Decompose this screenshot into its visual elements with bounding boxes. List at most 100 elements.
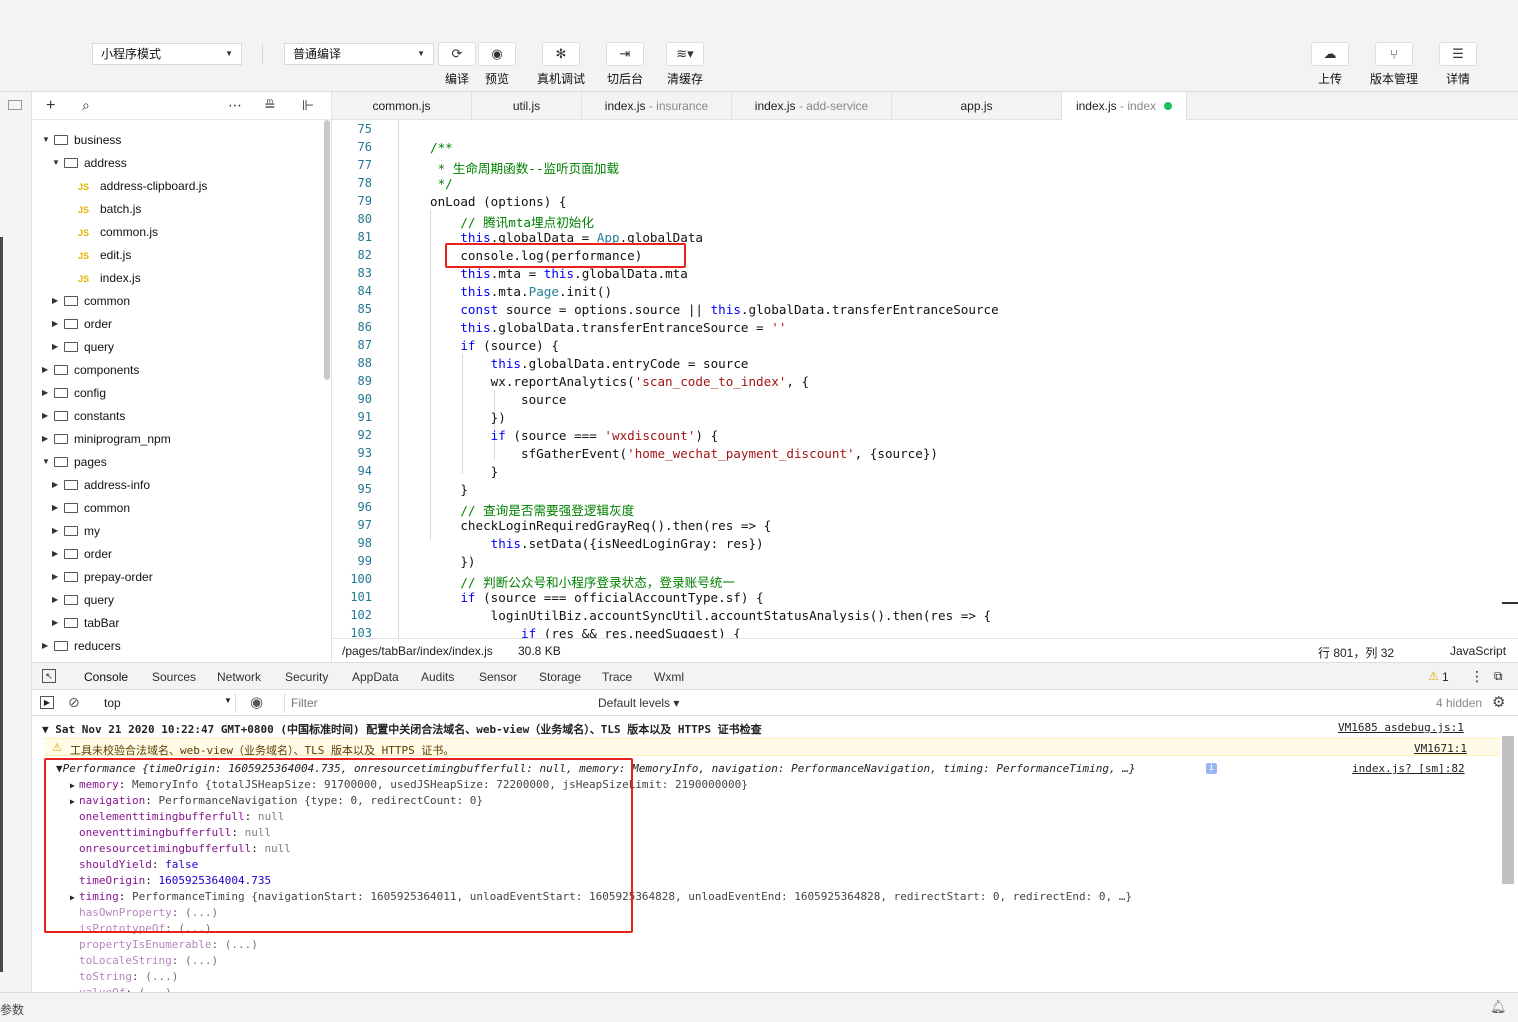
- preview-button[interactable]: ◉ 预览: [478, 42, 516, 87]
- folder-item[interactable]: ▶ common: [52, 498, 130, 518]
- sidebar-toggle-icon[interactable]: ▶: [40, 696, 54, 709]
- mode-select[interactable]: 小程序模式 ▼: [92, 43, 242, 65]
- more-vert-icon[interactable]: ⋮: [1470, 668, 1484, 685]
- editor-tab[interactable]: app.js: [892, 92, 1062, 120]
- folder-item[interactable]: ▶ query: [52, 337, 114, 357]
- code-line[interactable]: * 生命周期函数--监听页面加载: [430, 158, 619, 177]
- code-line[interactable]: this.mta = this.globalData.mta: [430, 266, 688, 281]
- performance-source-link[interactable]: index.js? [sm]:82: [1352, 762, 1465, 775]
- file-item[interactable]: JS common.js: [78, 222, 158, 242]
- caret-down-icon[interactable]: ▼: [42, 452, 54, 472]
- caret-right-icon[interactable]: ▶: [52, 291, 64, 311]
- eye-icon[interactable]: ◉: [250, 693, 263, 711]
- folder-item[interactable]: ▶ my: [52, 521, 100, 541]
- devtools-tab-storage[interactable]: Storage: [539, 670, 581, 684]
- console-group-header[interactable]: ▼ Sat Nov 21 2020 10:22:47 GMT+0800 (中国标…: [42, 721, 762, 737]
- caret-right-icon[interactable]: ▶: [52, 613, 64, 633]
- caret-right-icon[interactable]: ▶: [52, 567, 64, 587]
- source-link[interactable]: VM1685 asdebug.js:1: [1338, 721, 1464, 734]
- caret-right-icon[interactable]: ▶: [42, 406, 54, 426]
- code-line[interactable]: this.mta.Page.init(): [430, 284, 612, 299]
- code-line[interactable]: }): [430, 410, 506, 425]
- devtools-tab-wxml[interactable]: Wxml: [654, 670, 684, 684]
- params-label[interactable]: 参数: [0, 1001, 24, 1018]
- code-line[interactable]: */: [430, 176, 453, 191]
- editor-tab[interactable]: index.js - insurance: [582, 92, 732, 120]
- devtools-tab-audits[interactable]: Audits: [421, 670, 454, 684]
- caret-right-icon[interactable]: ▶: [52, 314, 64, 334]
- code-line[interactable]: this.globalData.transferEntranceSource =…: [430, 320, 786, 335]
- code-line[interactable]: if (source === officialAccountType.sf) {: [430, 590, 763, 605]
- devtools-tab-console[interactable]: Console: [84, 670, 128, 684]
- warning-icon[interactable]: ⚠: [1428, 669, 1439, 683]
- devtools-tab-network[interactable]: Network: [217, 670, 261, 684]
- editor-tab[interactable]: common.js: [332, 92, 472, 120]
- code-line[interactable]: }): [430, 554, 475, 569]
- bell-icon[interactable]: 🔔︎: [1490, 999, 1507, 1015]
- panel-toggle-icon[interactable]: [8, 100, 22, 110]
- caret-right-icon[interactable]: ▶: [52, 521, 64, 541]
- file-item[interactable]: JS batch.js: [78, 199, 141, 219]
- file-item[interactable]: JS address-clipboard.js: [78, 176, 207, 196]
- folder-item[interactable]: ▶ order: [52, 314, 112, 334]
- compile-select[interactable]: 普通编译 ▼: [284, 43, 434, 65]
- devtools-tab-trace[interactable]: Trace: [602, 670, 632, 684]
- caret-down-icon[interactable]: ▼: [52, 153, 64, 173]
- property-row[interactable]: propertyIsEnumerable: (...): [70, 938, 258, 951]
- code-line[interactable]: if (res && res.needSuggest) {: [430, 626, 741, 638]
- version-button[interactable]: ⑂ 版本管理: [1366, 42, 1422, 87]
- split-icon[interactable]: ⊩: [302, 97, 314, 114]
- devtools-tab-appdata[interactable]: AppData: [352, 670, 399, 684]
- filter-input[interactable]: [284, 693, 580, 713]
- code-line[interactable]: // 判断公众号和小程序登录状态，登录账号统一: [430, 572, 735, 591]
- folder-item[interactable]: ▶ address-info: [52, 475, 150, 495]
- code-editor[interactable]: 75 76 /** 77 * 生命周期函数--监听页面加载 78 */ 79 onLoad …: [332, 120, 1518, 638]
- caret-right-icon[interactable]: ▶: [52, 337, 64, 357]
- caret-right-icon[interactable]: ▶: [52, 498, 64, 518]
- language-mode[interactable]: JavaScript: [1450, 644, 1506, 658]
- caret-down-icon[interactable]: ▼: [42, 130, 54, 150]
- caret-right-icon[interactable]: ▶: [52, 544, 64, 564]
- folder-item[interactable]: ▶ common: [52, 291, 130, 311]
- caret-right-icon[interactable]: ▶: [42, 360, 54, 380]
- code-line[interactable]: if (source === 'wxdiscount') {: [430, 428, 719, 443]
- search-icon[interactable]: ⌕: [82, 97, 90, 114]
- folder-item[interactable]: ▶ components: [42, 360, 139, 380]
- background-button[interactable]: ⇥ 切后台: [604, 42, 646, 87]
- compile-button[interactable]: ⟳ 编译: [438, 42, 476, 87]
- file-item[interactable]: JS index.js: [78, 268, 141, 288]
- info-icon[interactable]: i: [1206, 763, 1217, 774]
- code-line[interactable]: /**: [430, 140, 453, 155]
- warning-source-link[interactable]: VM1671:1: [1414, 742, 1467, 755]
- folder-item[interactable]: ▶ tabBar: [52, 613, 119, 633]
- folder-item[interactable]: ▶ order: [52, 544, 112, 564]
- code-line[interactable]: sfGatherEvent('home_wechat_payment_disco…: [430, 446, 938, 461]
- caret-right-icon[interactable]: ▶: [52, 590, 64, 610]
- code-line[interactable]: this.globalData.entryCode = source: [430, 356, 749, 371]
- caret-right-icon[interactable]: ▶: [52, 475, 64, 495]
- remote-debug-button[interactable]: ✻ 真机调试: [535, 42, 587, 87]
- devtools-tab-sources[interactable]: Sources: [152, 670, 196, 684]
- code-line[interactable]: if (source) {: [430, 338, 559, 353]
- folder-item[interactable]: ▶ prepay-order: [52, 567, 153, 587]
- warning-count[interactable]: 1: [1442, 670, 1449, 684]
- inspect-icon[interactable]: ↖: [42, 669, 56, 683]
- file-item[interactable]: JS edit.js: [78, 245, 131, 265]
- property-row[interactable]: toLocaleString: (...): [70, 954, 218, 967]
- folder-item[interactable]: ▶ config: [42, 383, 106, 403]
- collapse-icon[interactable]: ≞: [264, 97, 276, 114]
- editor-tab[interactable]: index.js - add-service: [732, 92, 892, 120]
- cursor-position[interactable]: 行 801，列 32: [1318, 644, 1394, 661]
- more-icon[interactable]: ⋯: [228, 97, 242, 114]
- folder-item[interactable]: ▶ reducers: [42, 636, 121, 656]
- code-line[interactable]: // 查询是否需要强登逻辑灰度: [430, 500, 634, 519]
- folder-item[interactable]: ▼ business: [42, 130, 121, 150]
- editor-tab[interactable]: index.js - index: [1062, 92, 1187, 121]
- levels-select[interactable]: Default levels ▾: [598, 696, 679, 710]
- console-scrollbar[interactable]: [1502, 736, 1514, 884]
- code-line[interactable]: source: [430, 392, 567, 407]
- gear-icon[interactable]: ⚙: [1492, 693, 1505, 711]
- devtools-tab-security[interactable]: Security: [285, 670, 328, 684]
- folder-item[interactable]: ▼ pages: [42, 452, 107, 472]
- code-line[interactable]: checkLoginRequiredGrayReq().then(res => …: [430, 518, 771, 533]
